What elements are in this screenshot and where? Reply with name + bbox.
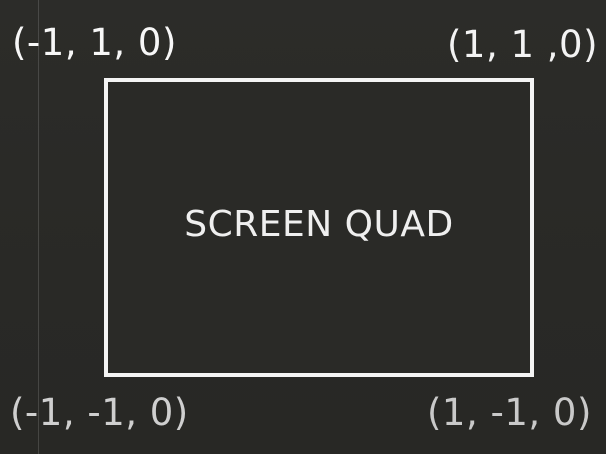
corner-label-bottom-left: (-1, -1, 0) bbox=[10, 391, 189, 434]
corner-label-bottom-right: (1, -1, 0) bbox=[427, 391, 592, 434]
corner-label-top-left: (-1, 1, 0) bbox=[12, 21, 177, 64]
corner-label-top-right: (1, 1 ,0) bbox=[447, 23, 599, 66]
vertical-guide-line bbox=[38, 0, 39, 454]
slide-canvas: (-1, 1, 0) (1, 1 ,0) SCREEN QUAD (-1, -1… bbox=[0, 0, 606, 454]
screen-quad-rectangle: SCREEN QUAD bbox=[104, 78, 534, 377]
screen-quad-label: SCREEN QUAD bbox=[184, 204, 454, 245]
